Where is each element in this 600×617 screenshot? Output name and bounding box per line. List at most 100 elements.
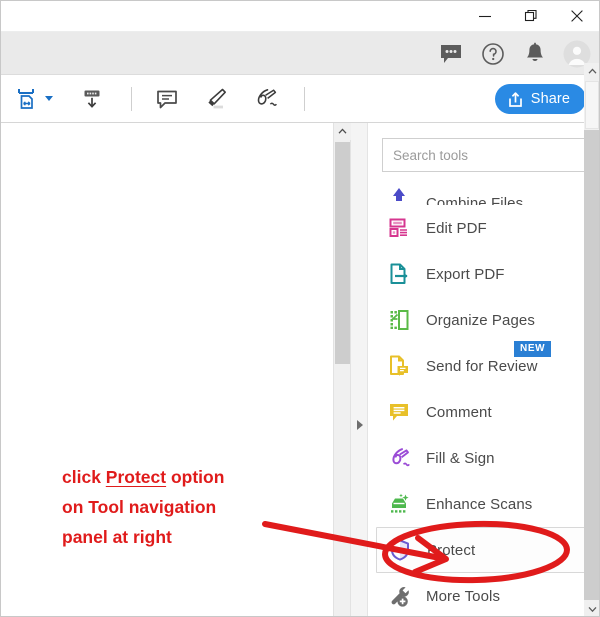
tools-scroll-thumb[interactable] [585, 81, 599, 129]
help-icon [482, 42, 504, 65]
tool-item-organize-pages[interactable]: Organize Pages [368, 297, 600, 343]
tool-label: Enhance Scans [426, 495, 533, 513]
annotation-line-1: click Protect option [62, 462, 330, 492]
download-button[interactable] [79, 75, 105, 122]
combine-files-icon [393, 188, 405, 201]
panel-collapse-strip [351, 123, 368, 617]
chevron-down-icon [45, 96, 53, 101]
share-label: Share [530, 91, 570, 107]
tool-item-edit-pdf[interactable]: Edit PDF [368, 205, 600, 251]
restore-icon [524, 9, 537, 22]
toolbar-divider-2 [304, 86, 305, 111]
close-icon [571, 10, 583, 22]
send-for-review-icon [386, 353, 412, 379]
tool-item-export-pdf[interactable]: Export PDF [368, 251, 600, 297]
tool-label: Fill & Sign [426, 449, 495, 467]
comment-tool-icon [390, 404, 408, 421]
highlight-icon [208, 88, 226, 108]
protect-icon [387, 537, 413, 563]
sign-icon [257, 88, 277, 106]
share-button[interactable]: Share [494, 84, 586, 114]
title-bar [0, 0, 600, 32]
tool-item-fill-sign[interactable]: Fill & Sign [368, 435, 600, 481]
tool-item-more-tools[interactable]: More Tools [368, 573, 600, 617]
window-controls [462, 0, 600, 32]
restore-button[interactable] [508, 0, 554, 32]
send-for-review-icon [390, 355, 408, 376]
download-icon [84, 90, 100, 108]
organize-pages-icon [390, 310, 409, 330]
tool-label: Combine Files [426, 195, 524, 205]
tool-item-send-for-review[interactable]: Send for Review NEW [368, 341, 600, 389]
share-icon [508, 91, 522, 107]
enhance-scans-icon [386, 491, 412, 517]
export-pdf-icon [390, 263, 408, 284]
tool-item-protect[interactable]: Protect [376, 527, 590, 573]
help-button[interactable] [478, 39, 508, 69]
export-pdf-icon [386, 261, 412, 287]
secondary-bar [0, 32, 600, 75]
chat-button[interactable] [436, 39, 466, 69]
comment-icon [157, 90, 177, 108]
tools-panel: Combine Files Edit PDF Export PDF Organize … [368, 123, 600, 617]
tool-label: More Tools [426, 587, 501, 605]
new-badge: NEW [514, 341, 552, 357]
annot-l1a: click [62, 467, 106, 487]
tools-list: Combine Files Edit PDF Export PDF Organize … [368, 183, 600, 617]
secondary-bar-icons [436, 32, 592, 75]
document-scrollbar[interactable] [334, 123, 351, 617]
triangle-right-icon [356, 420, 363, 430]
chevron-up-icon [588, 67, 596, 74]
more-tools-icon [391, 587, 409, 607]
tools-scroll-up-button[interactable] [584, 63, 600, 79]
annotation-line-2: on Tool navigation [62, 497, 217, 517]
minimize-button[interactable] [462, 0, 508, 32]
tool-item-enhance-scans[interactable]: Enhance Scans [368, 481, 600, 527]
tool-label: Export PDF [426, 265, 505, 283]
search-tools-wrap [382, 138, 585, 172]
annotation-line-3: panel at right [62, 527, 172, 547]
more-tools-icon [386, 583, 412, 609]
tools-scrollbar[interactable] [584, 63, 600, 617]
document-scroll-up-button[interactable] [334, 123, 351, 140]
fill-sign-icon [392, 448, 410, 467]
tool-label: Comment [426, 403, 492, 421]
annot-l1b: Protect [105, 467, 167, 487]
comment-button[interactable] [154, 75, 180, 122]
tool-item-comment[interactable]: Comment [368, 389, 600, 435]
fit-page-icon [18, 88, 34, 109]
sign-button[interactable] [252, 75, 280, 122]
highlight-button[interactable] [202, 75, 230, 122]
tool-label: Organize Pages [426, 311, 535, 329]
toolbar-left-group [14, 75, 315, 122]
close-button[interactable] [554, 0, 600, 32]
acrobat-window: Share Combine Files Edit PDF Export PDF Org… [0, 0, 600, 617]
tools-scroll-down-button[interactable] [584, 601, 600, 617]
chevron-down-icon [588, 606, 596, 612]
minimize-icon [479, 15, 491, 18]
expand-panel-button[interactable] [351, 416, 368, 434]
toolbar-divider-1 [131, 86, 132, 111]
annot-l1c: option [166, 467, 225, 487]
tool-item-combine-files[interactable]: Combine Files [368, 183, 600, 205]
document-toolbar: Share [0, 75, 600, 123]
annotation-text: click Protect option on Tool navigation … [62, 462, 330, 552]
tool-label: Protect [427, 541, 476, 559]
edit-pdf-icon [389, 218, 407, 237]
combine-files-icon [386, 183, 412, 205]
organize-pages-icon [386, 307, 412, 333]
tools-scroll-track[interactable] [584, 130, 600, 600]
notifications-button[interactable] [520, 39, 550, 69]
comment-tool-icon [386, 399, 412, 425]
fill-sign-icon [386, 445, 412, 471]
search-tools-input[interactable] [382, 138, 585, 172]
tool-label: Edit PDF [426, 219, 487, 237]
fit-page-button[interactable] [14, 75, 53, 122]
protect-icon [391, 539, 409, 561]
tool-label: Send for Review [426, 357, 538, 375]
chevron-up-icon [338, 128, 347, 134]
enhance-scans-icon [391, 493, 409, 513]
bell-icon [527, 42, 543, 61]
document-scroll-thumb[interactable] [335, 142, 350, 364]
edit-pdf-icon [386, 215, 412, 241]
